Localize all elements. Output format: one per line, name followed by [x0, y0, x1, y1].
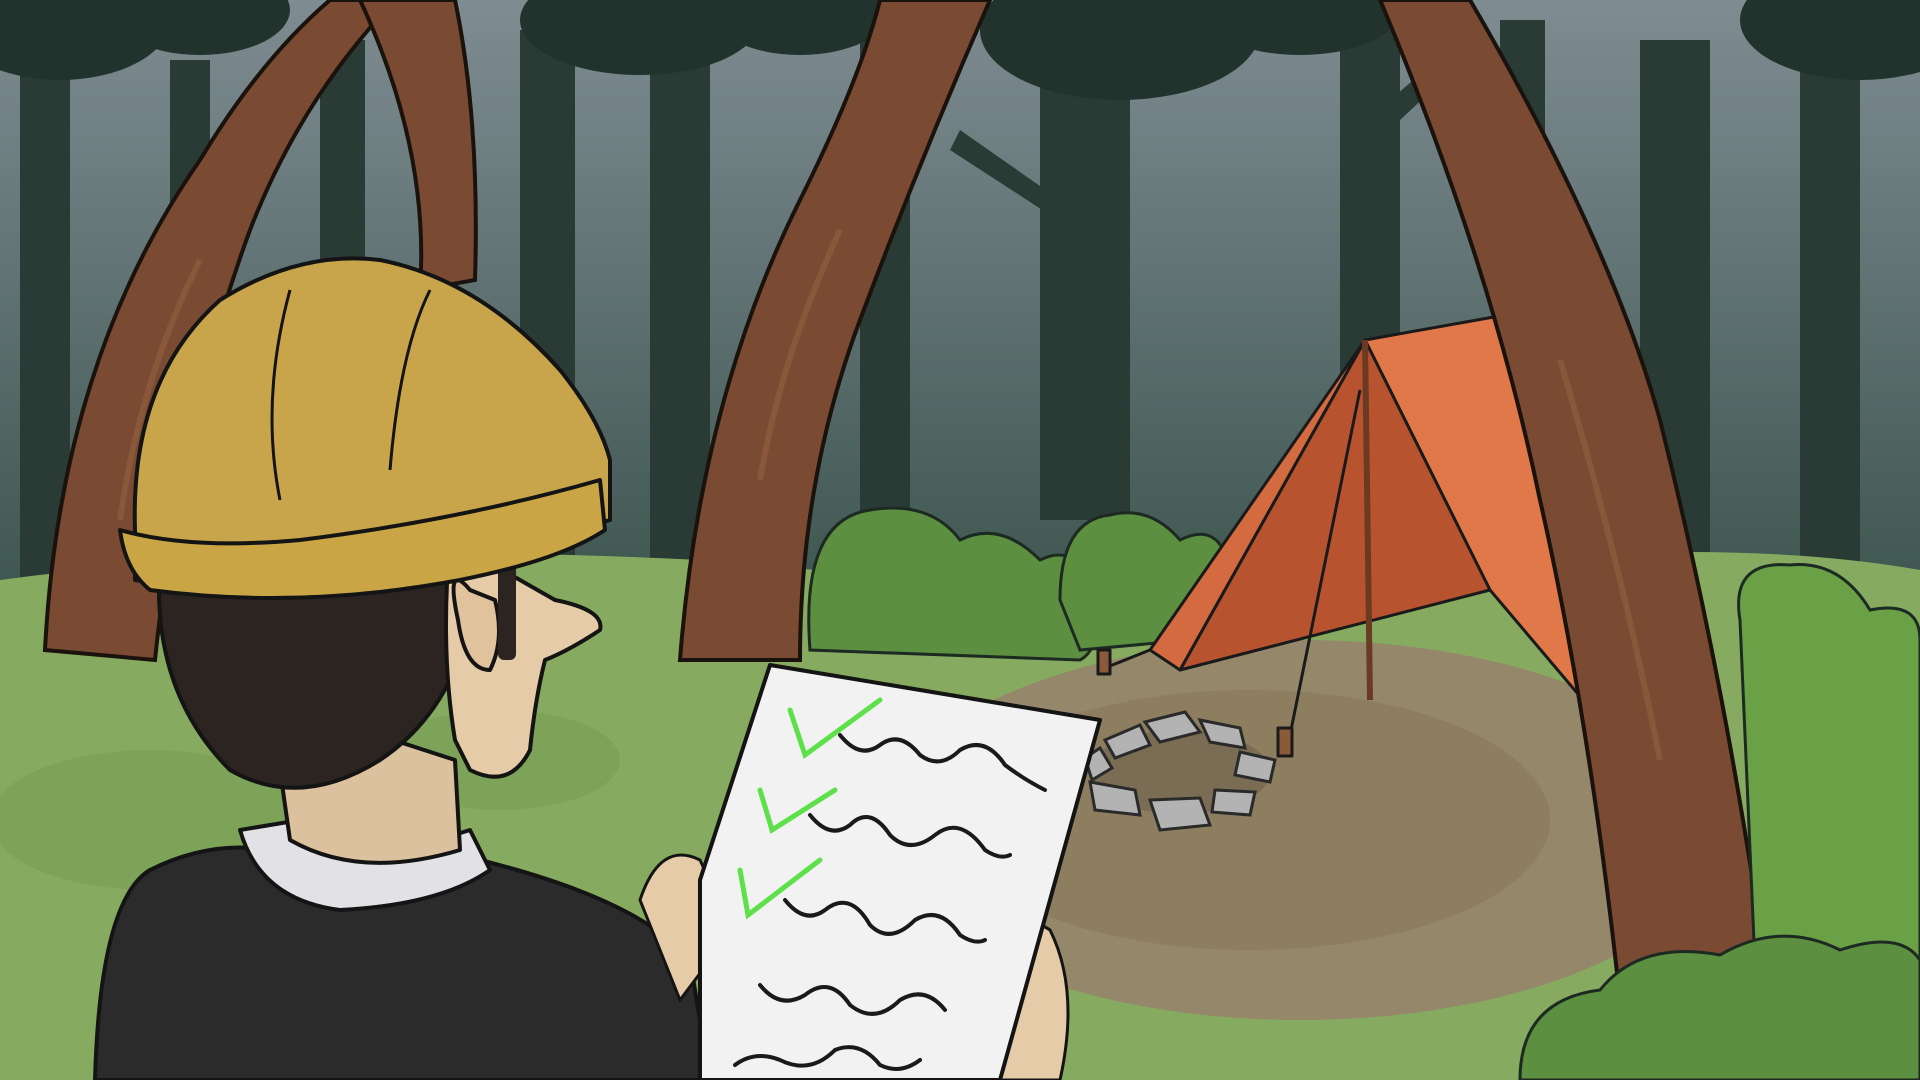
scene-illustration: [0, 0, 1920, 1080]
camp-checklist-scene: [0, 0, 1920, 1080]
